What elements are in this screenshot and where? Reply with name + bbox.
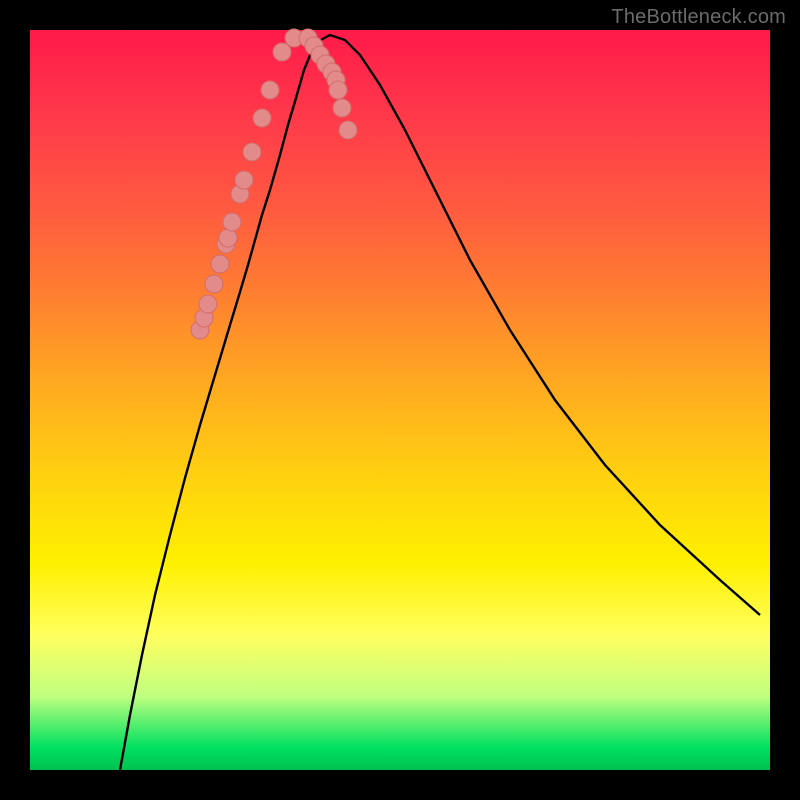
chart-dot xyxy=(223,213,241,231)
chart-curve xyxy=(120,35,760,770)
chart-dot xyxy=(199,295,217,313)
chart-dot xyxy=(253,109,271,127)
chart-dot xyxy=(261,81,279,99)
chart-dot xyxy=(219,229,237,247)
chart-dot xyxy=(243,143,261,161)
watermark-text: TheBottleneck.com xyxy=(611,6,786,29)
chart-dot xyxy=(329,81,347,99)
chart-dot xyxy=(339,121,357,139)
chart-dot xyxy=(235,171,253,189)
chart-dot xyxy=(211,255,229,273)
chart-svg xyxy=(30,30,770,770)
chart-dots-group xyxy=(191,29,357,339)
chart-plot-area xyxy=(30,30,770,770)
chart-dot xyxy=(273,43,291,61)
chart-dot xyxy=(333,99,351,117)
chart-dot xyxy=(205,275,223,293)
